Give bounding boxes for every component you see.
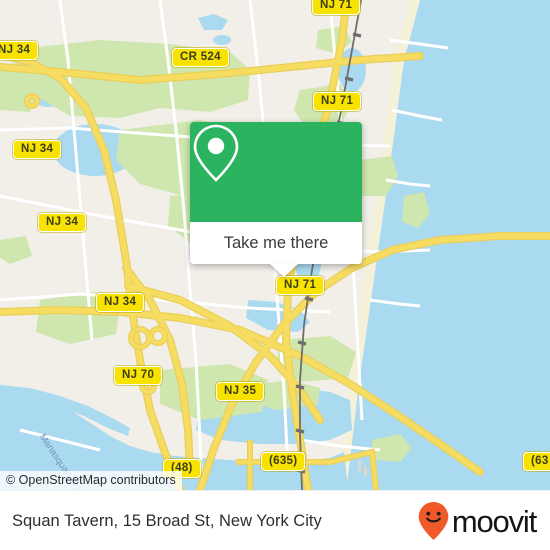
footer-bar: Squan Tavern, 15 Broad St, New York City… bbox=[0, 490, 550, 550]
map-screen: NJ 34 CR 524 NJ 71 NJ 71 NJ 34 NJ 34 NJ … bbox=[0, 0, 550, 550]
road-shield[interactable]: NJ 34 bbox=[38, 213, 87, 232]
map-pin-icon bbox=[193, 124, 239, 182]
road-shield[interactable]: (635) bbox=[261, 452, 306, 471]
popup-pointer bbox=[269, 263, 299, 277]
popup-icon-area bbox=[190, 122, 362, 222]
road-shield[interactable]: NJ 34 bbox=[96, 293, 145, 312]
place-title: Squan Tavern, 15 Broad St, New York City bbox=[12, 511, 322, 530]
pond-n bbox=[213, 35, 231, 45]
road-shield[interactable]: NJ 71 bbox=[313, 92, 362, 111]
road-shield[interactable]: NJ 35 bbox=[216, 382, 265, 401]
road-shield[interactable]: CR 524 bbox=[172, 48, 229, 67]
take-me-there-button[interactable]: Take me there bbox=[190, 222, 362, 264]
road-shield[interactable]: NJ 34 bbox=[13, 140, 62, 159]
road-shield[interactable]: NJ 70 bbox=[114, 366, 163, 385]
road-shield[interactable]: NJ 34 bbox=[0, 41, 39, 60]
road-shield[interactable]: NJ 71 bbox=[276, 276, 325, 295]
road-shield[interactable]: (63 bbox=[523, 452, 550, 471]
coastal-pond bbox=[460, 258, 470, 290]
osm-attribution[interactable]: © OpenStreetMap contributors bbox=[0, 471, 182, 490]
moovit-wordmark: moovit bbox=[451, 503, 537, 539]
location-popup-card[interactable]: Take me there bbox=[190, 122, 362, 277]
map-canvas[interactable]: NJ 34 CR 524 NJ 71 NJ 71 NJ 34 NJ 34 NJ … bbox=[0, 0, 550, 490]
road-shield[interactable]: NJ 71 bbox=[312, 0, 361, 15]
moovit-smile-pin-icon bbox=[418, 502, 449, 540]
moovit-logo[interactable]: moovit bbox=[417, 501, 537, 541]
